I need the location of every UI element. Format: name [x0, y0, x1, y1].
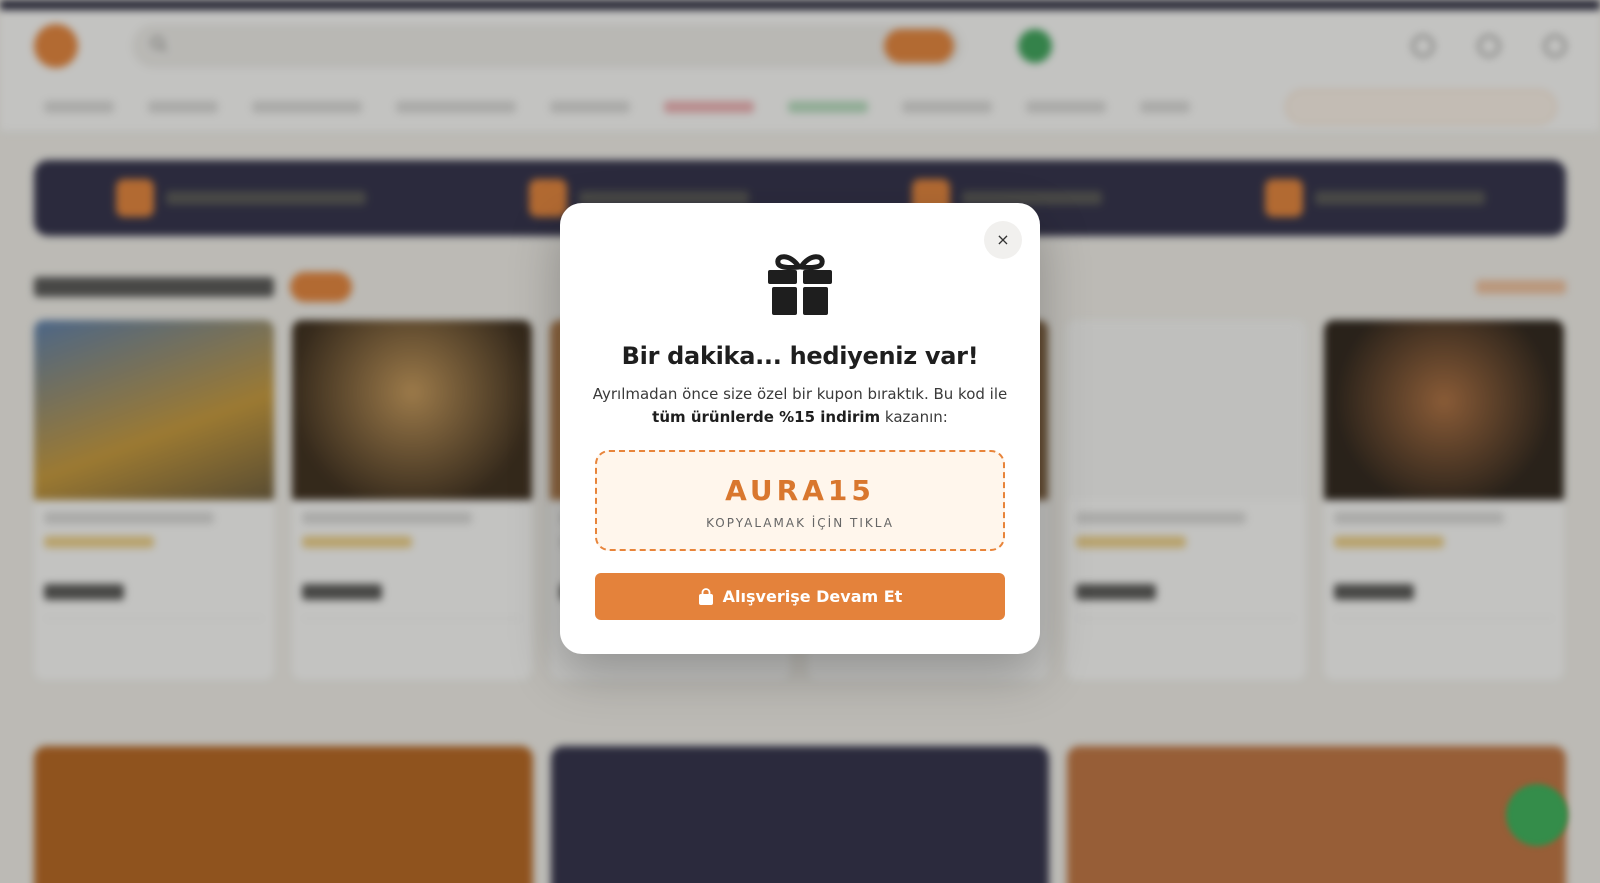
continue-shopping-label: Alışverişe Devam Et [722, 587, 903, 606]
close-button[interactable]: × [984, 221, 1022, 259]
coupon-code: AURA15 [725, 474, 875, 507]
shopping-bag-icon [698, 587, 714, 606]
desc-text-start: Ayrılmadan önce size özel bir kupon bıra… [592, 385, 1008, 403]
coupon-modal: × Bir dakika... hediyeniz var! Ayrılmada… [560, 203, 1040, 654]
continue-shopping-button[interactable]: Alışverişe Devam Et [595, 573, 1005, 620]
desc-text-end: kazanın: [880, 408, 948, 426]
coupon-copy-hint: KOPYALAMAK İÇİN TIKLA [706, 516, 894, 530]
modal-description: Ayrılmadan önce size özel bir kupon bıra… [590, 383, 1010, 429]
coupon-box[interactable]: AURA15 KOPYALAMAK İÇİN TIKLA [595, 450, 1005, 551]
gift-icon [766, 251, 834, 317]
modal-title: Bir dakika... hediyeniz var! [621, 342, 979, 370]
desc-highlight: tüm ürünlerde %15 indirim [652, 408, 881, 426]
